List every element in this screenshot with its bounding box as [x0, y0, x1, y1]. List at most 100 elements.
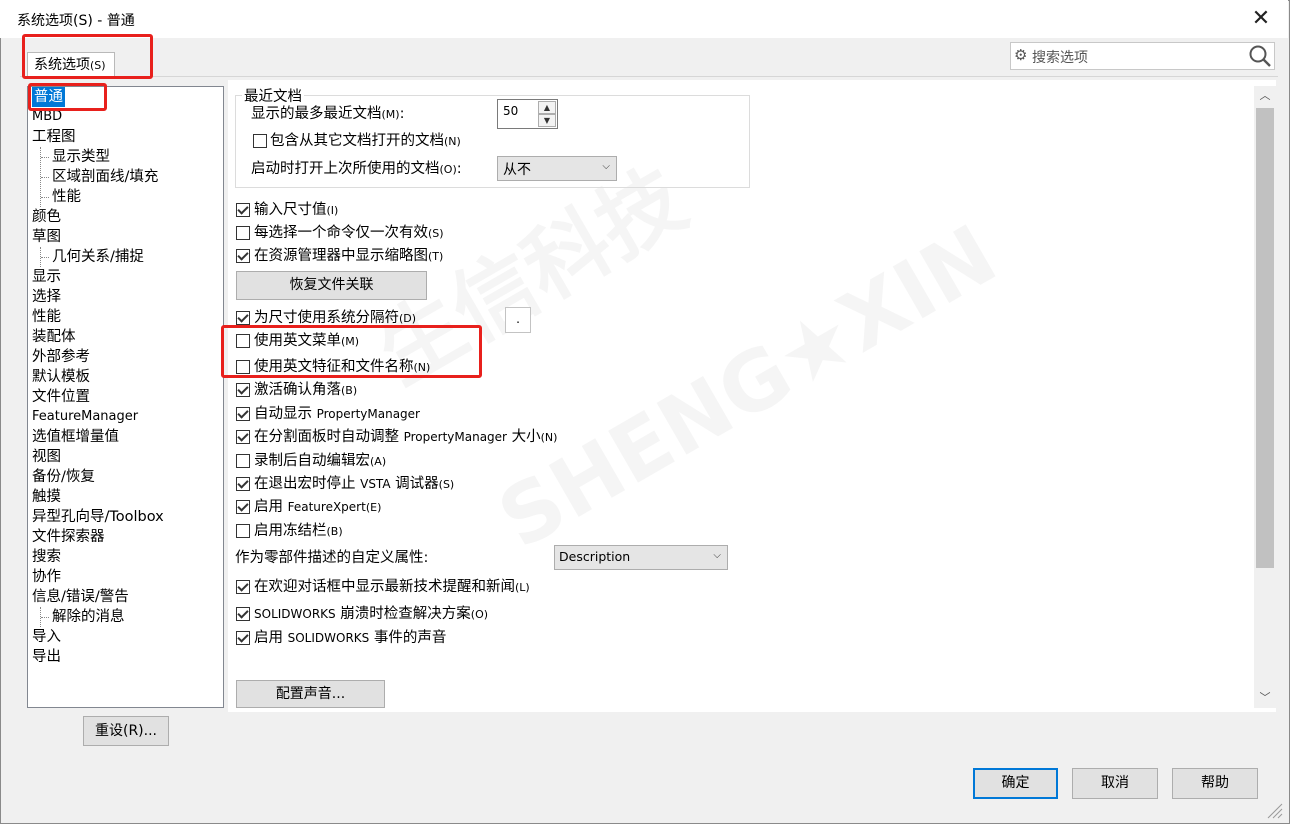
tree-item[interactable]: 性能: [32, 307, 61, 327]
option-label-lat: PropertyManager: [403, 430, 507, 444]
tree-item[interactable]: 区域剖面线/填充: [52, 167, 158, 187]
scroll-down-icon[interactable]: ﹀: [1254, 688, 1276, 708]
option-label-lat: PropertyManager: [316, 407, 420, 421]
tree-item[interactable]: 解除的消息: [52, 607, 125, 627]
open-last-label: 启动时打开上次所使用的文档(O):: [251, 159, 462, 180]
tree-item[interactable]: 导出: [32, 647, 61, 667]
recent-docs-title: 最近文档: [242, 85, 304, 106]
option-label-label: 每选择一个命令仅一次有效: [254, 225, 428, 241]
option-checkbox[interactable]: [236, 430, 250, 444]
tree-item[interactable]: 工程图: [32, 127, 76, 147]
search-placeholder: 搜索选项: [1032, 50, 1088, 66]
config-sound-button[interactable]: 配置声音...: [236, 680, 385, 708]
option-checkbox[interactable]: [236, 311, 250, 325]
scrollbar-thumb[interactable]: [1256, 108, 1274, 568]
tree-item[interactable]: 异型孔向导/Toolbox: [32, 507, 164, 527]
restore-file-assoc-button[interactable]: 恢复文件关联: [236, 271, 427, 300]
option-label: 自动显示 PropertyManager: [254, 404, 420, 424]
option-checkbox[interactable]: [236, 249, 250, 263]
option-checkbox[interactable]: [236, 383, 250, 397]
chevron-down-icon: ⌵: [602, 161, 610, 172]
tree-item[interactable]: 颜色: [32, 207, 61, 227]
option-label: 激活确认角落(B): [254, 380, 357, 401]
option-label-tail: 事件的声音: [369, 630, 447, 646]
stepper-up-icon[interactable]: ▲: [538, 101, 556, 114]
option-label-mn: (O): [470, 608, 489, 621]
option-label-mn: (S): [438, 478, 455, 491]
option-checkbox[interactable]: [236, 607, 250, 621]
option-checkbox[interactable]: [236, 203, 250, 217]
resize-grip-icon[interactable]: [1264, 800, 1284, 820]
option-label: 启用冻结栏(B): [254, 521, 343, 542]
tree-item[interactable]: 性能: [52, 187, 81, 207]
option-checkbox[interactable]: [236, 226, 250, 240]
close-button[interactable]: ✕: [1244, 4, 1278, 34]
highlight-box-english-options: [221, 325, 482, 378]
option-checkbox[interactable]: [236, 631, 250, 645]
tree-item[interactable]: 选值框增量值: [32, 427, 119, 447]
open-last-select[interactable]: 从不 ⌵: [497, 156, 617, 181]
tree-connector: [41, 157, 49, 158]
separator-input[interactable]: .: [505, 307, 531, 333]
stepper-down-icon[interactable]: ▼: [538, 114, 556, 127]
reset-button[interactable]: 重设(R)...: [83, 716, 169, 746]
tree-item[interactable]: 几何关系/捕捉: [52, 247, 144, 267]
highlight-box-general: [28, 83, 107, 111]
cancel-button[interactable]: 取消: [1072, 768, 1158, 799]
tree-item[interactable]: 协作: [32, 567, 61, 587]
option-label-label: 崩溃时检查解决方案: [335, 606, 471, 622]
tree-item[interactable]: 备份/恢复: [32, 467, 95, 487]
search-icon[interactable]: [1247, 43, 1273, 69]
tree-item[interactable]: 默认模板: [32, 367, 90, 387]
max-recent-label: 显示的最多最近文档(M):: [251, 104, 404, 125]
tree-connector: [41, 197, 49, 198]
tree-item[interactable]: 显示: [32, 267, 61, 287]
scroll-up-icon[interactable]: ︿: [1254, 86, 1276, 106]
option-label-mn: (T): [428, 250, 444, 263]
option-checkbox[interactable]: [236, 580, 250, 594]
option-checkbox[interactable]: [236, 454, 250, 468]
tree-item[interactable]: 触摸: [32, 487, 61, 507]
tree-item[interactable]: 显示类型: [52, 147, 110, 167]
help-button[interactable]: 帮助: [1172, 768, 1258, 799]
tree-item[interactable]: FeatureManager: [32, 407, 138, 427]
option-label-mn: (I): [326, 204, 339, 217]
chevron-down-icon: ⌵: [713, 550, 721, 561]
option-label-label: 启用: [254, 499, 288, 515]
option-checkbox[interactable]: [236, 407, 250, 421]
option-label-label: 在分割面板时自动调整: [254, 429, 404, 445]
option-label-label: 在退出宏时停止: [254, 476, 361, 492]
option-label-lat: SOLIDWORKS: [254, 607, 336, 621]
tree-item[interactable]: 文件探索器: [32, 527, 105, 547]
tree-item[interactable]: 草图: [32, 227, 61, 247]
tree-item[interactable]: 装配体: [32, 327, 76, 347]
custom-prop-select[interactable]: Description ⌵: [554, 545, 728, 570]
option-label-label: 启用冻结栏: [254, 523, 327, 539]
option-label-tail: 大小: [507, 429, 541, 445]
tree-item[interactable]: 信息/错误/警告: [32, 587, 129, 607]
tree-item[interactable]: 搜索: [32, 547, 61, 567]
tree-item[interactable]: 外部参考: [32, 347, 90, 367]
include-other-docs-text: 包含从其它文档打开的文档: [270, 133, 444, 149]
option-label-mn: (S): [428, 227, 444, 240]
tree-connector: [41, 177, 49, 178]
tree-item[interactable]: 导入: [32, 627, 61, 647]
ok-button[interactable]: 确定: [973, 768, 1058, 799]
option-checkbox[interactable]: [236, 500, 250, 514]
option-checkbox[interactable]: [236, 477, 250, 491]
option-label: 在资源管理器中显示缩略图(T): [254, 246, 443, 267]
option-label-label: 录制后自动编辑宏: [254, 453, 370, 469]
option-label-label: 输入尺寸值: [254, 202, 327, 218]
include-other-docs-mnemonic: (N): [444, 135, 461, 148]
tree-item[interactable]: 视图: [32, 447, 61, 467]
custom-prop-colon: :: [423, 550, 429, 566]
tree-item[interactable]: 选择: [32, 287, 61, 307]
include-other-docs-checkbox[interactable]: [253, 134, 267, 148]
option-label: 在分割面板时自动调整 PropertyManager 大小(N): [254, 427, 557, 448]
tree-connector: [41, 257, 49, 258]
tree-item[interactable]: 文件位置: [32, 387, 90, 407]
gear-icon[interactable]: ⚙: [1014, 47, 1030, 63]
max-recent-colon: :: [399, 106, 405, 122]
option-label: 输入尺寸值(I): [254, 200, 338, 221]
option-checkbox[interactable]: [236, 524, 250, 538]
